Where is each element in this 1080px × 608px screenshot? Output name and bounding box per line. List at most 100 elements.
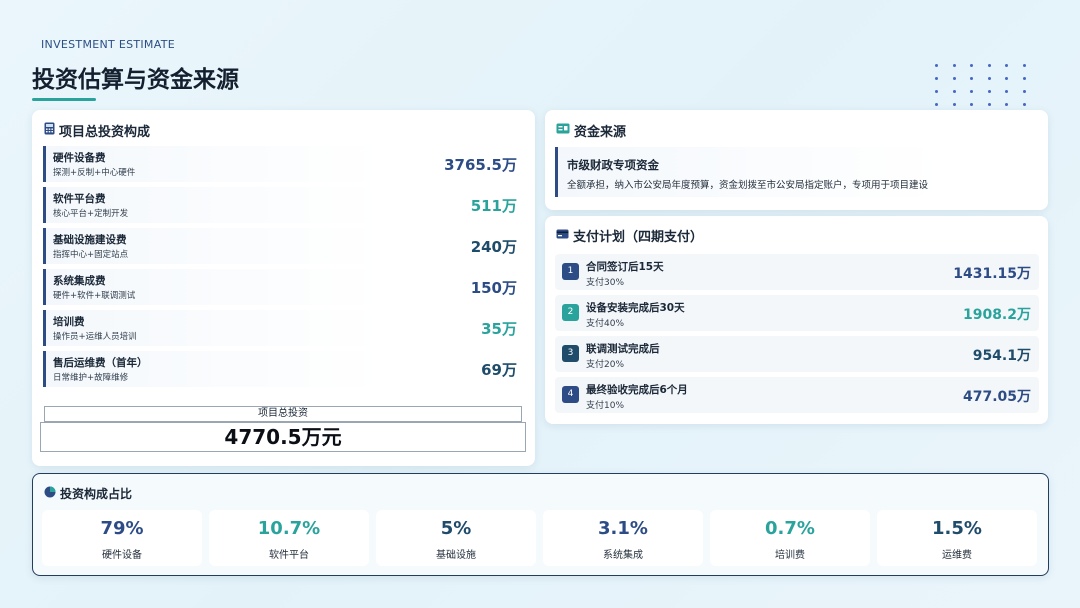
ratio-title-text: 投资构成占比 — [60, 487, 133, 501]
decorative-dot — [952, 90, 956, 93]
investment-title-text: 项目总投资构成 — [59, 125, 151, 140]
investment-item: 软件平台费核心平台+定制开发 511万 — [43, 187, 527, 223]
payment-item-amount: 1431.15万 — [953, 266, 1031, 282]
investment-item-amount: 69万 — [481, 361, 517, 379]
payment-item-name: 联调测试完成后 — [586, 343, 660, 355]
investment-item-name: 培训费 — [53, 316, 85, 328]
payment-card-title: 支付计划（四期支付） — [556, 226, 703, 245]
investment-item-name: 系统集成费 — [53, 275, 106, 287]
decorative-dot — [987, 77, 991, 80]
page-title: 投资估算与资金来源 — [32, 67, 239, 93]
decorative-dot — [970, 77, 973, 80]
decorative-dot — [952, 103, 956, 106]
payment-step-badge: 4 — [562, 386, 579, 403]
ratio-label: 基础设施 — [436, 550, 476, 561]
investment-item: 售后运维费（首年） 日常维护+故障维修 69万 — [43, 351, 527, 387]
decorative-dot — [987, 90, 991, 93]
payment-item-name: 合同签订后15天 — [586, 261, 664, 273]
investment-card-title: 项目总投资构成 — [44, 121, 150, 140]
total-investment-value: 4770.5万元 — [40, 422, 526, 452]
decorative-dot — [970, 90, 973, 93]
decorative-dot — [970, 103, 973, 106]
ratio-label: 软件平台 — [269, 550, 309, 561]
decorative-dot-grid — [935, 64, 1030, 108]
investment-item-amount: 35万 — [481, 320, 517, 338]
calculator-icon — [44, 122, 55, 139]
decorative-dot — [1022, 103, 1026, 106]
investment-item-desc: 核心平台+定制开发 — [53, 209, 129, 219]
ratio-label: 运维费 — [942, 550, 972, 561]
funding-title-text: 资金来源 — [574, 125, 627, 140]
pie-chart-icon — [44, 486, 56, 501]
decorative-dot — [935, 90, 938, 93]
total-investment-label: 项目总投资 — [44, 406, 522, 422]
investment-item-desc: 日常维护+故障维修 — [53, 373, 129, 383]
payment-step-badge: 2 — [562, 304, 579, 321]
ratio-percent: 3.1% — [598, 518, 648, 539]
investment-item: 基础设施建设费 指挥中心+固定站点 240万 — [43, 228, 527, 264]
payment-item-amount: 1908.2万 — [962, 307, 1031, 323]
payment-item-name: 设备安装完成后30天 — [586, 302, 685, 314]
money-icon — [556, 123, 570, 138]
investment-item-name: 售后运维费（首年） — [53, 357, 148, 369]
payment-item-desc: 支付30% — [586, 278, 625, 288]
ratio-percent: 0.7% — [765, 518, 815, 539]
title-underline — [32, 98, 96, 101]
investment-item: 硬件设备费 探测+反制+中心硬件 3765.5万 — [43, 146, 527, 182]
decorative-dot — [952, 64, 956, 67]
investment-item-amount: 3765.5万 — [444, 156, 517, 174]
investment-item-name: 基础设施建设费 — [53, 234, 127, 246]
payment-item-name: 最终验收完成后6个月 — [586, 384, 688, 396]
ratio-label: 系统集成 — [603, 550, 643, 561]
payment-item: 2 设备安装完成后30天 支付40% 1908.2万 — [555, 295, 1039, 331]
payment-item: 3 联调测试完成后 支付20% 954.1万 — [555, 336, 1039, 372]
decorative-dot — [935, 103, 938, 106]
investment-item-desc: 探测+反制+中心硬件 — [53, 168, 136, 178]
payment-title-text: 支付计划（四期支付） — [573, 230, 704, 245]
ratio-item: 1.5% 运维费 — [877, 510, 1037, 566]
payment-item: 4 最终验收完成后6个月 支付10% 477.05万 — [555, 377, 1039, 413]
ratio-label: 硬件设备 — [102, 550, 142, 561]
decorative-dot — [1005, 64, 1008, 67]
investment-item: 培训费 操作员+运维人员培训 35万 — [43, 310, 527, 346]
ratio-item: 5% 基础设施 — [376, 510, 536, 566]
decorative-dot — [935, 64, 938, 67]
decorative-dot — [987, 64, 991, 67]
investment-item-name: 软件平台费 — [53, 193, 106, 205]
funding-card: 资金来源 市级财政专项资金 全额承担，纳入市公安局年度预算，资金划拨至市公安局指… — [545, 110, 1048, 210]
decorative-dot — [1005, 103, 1008, 106]
ratio-label: 培训费 — [775, 550, 805, 561]
payment-item-amount: 954.1万 — [972, 348, 1031, 364]
payment-card: 支付计划（四期支付） 1 合同签订后15天 支付30% 1431.15万 2 设备安装完成… — [545, 216, 1048, 424]
payment-item-amount: 477.05万 — [962, 389, 1031, 405]
decorative-dot — [935, 77, 938, 80]
decorative-dot — [1005, 77, 1008, 80]
ratio-item: 3.1% 系统集成 — [543, 510, 703, 566]
decorative-dot — [1005, 90, 1008, 93]
decorative-dot — [1022, 77, 1026, 80]
decorative-dot — [970, 64, 973, 67]
ratio-card: 投资构成占比 79% 硬件设备 10.7% 软件平台 5% 基础设施 3.1% 系统集成 0.7… — [32, 473, 1049, 576]
payment-item-desc: 支付10% — [586, 401, 625, 411]
ratio-percent: 79% — [100, 518, 144, 539]
decorative-dot — [1022, 90, 1026, 93]
funding-text: 全额承担，纳入市公安局年度预算，资金划拨至市公安局指定账户，专项用于项目建设 — [567, 180, 929, 191]
funding-heading: 市级财政专项资金 — [567, 158, 659, 172]
investment-item-desc: 硬件+软件+联调测试 — [53, 291, 136, 301]
investment-card: 项目总投资构成 硬件设备费 探测+反制+中心硬件 3765.5万 软件平台费 核心平台+… — [32, 110, 535, 466]
ratio-percent: 5% — [440, 518, 472, 539]
ratio-item: 0.7% 培训费 — [710, 510, 870, 566]
payment-step-badge: 3 — [562, 345, 579, 362]
decorative-dot — [987, 103, 991, 106]
ratio-card-title: 投资构成占比 — [44, 485, 132, 502]
investment-item-amount: 511万 — [470, 197, 517, 215]
ratio-item: 79% 硬件设备 — [42, 510, 202, 566]
investment-item: 系统集成费 硬件+软件+联调测试 150万 — [43, 269, 527, 305]
funding-card-title: 资金来源 — [556, 121, 626, 140]
investment-item-amount: 240万 — [470, 238, 517, 256]
decorative-dot — [952, 77, 956, 80]
investment-item-desc: 指挥中心+固定站点 — [53, 250, 129, 260]
payment-item: 1 合同签订后15天 支付30% 1431.15万 — [555, 254, 1039, 290]
funding-detail: 市级财政专项资金 全额承担，纳入市公安局年度预算，资金划拨至市公安局指定账户，专… — [555, 147, 1039, 197]
payment-step-badge: 1 — [562, 263, 579, 280]
